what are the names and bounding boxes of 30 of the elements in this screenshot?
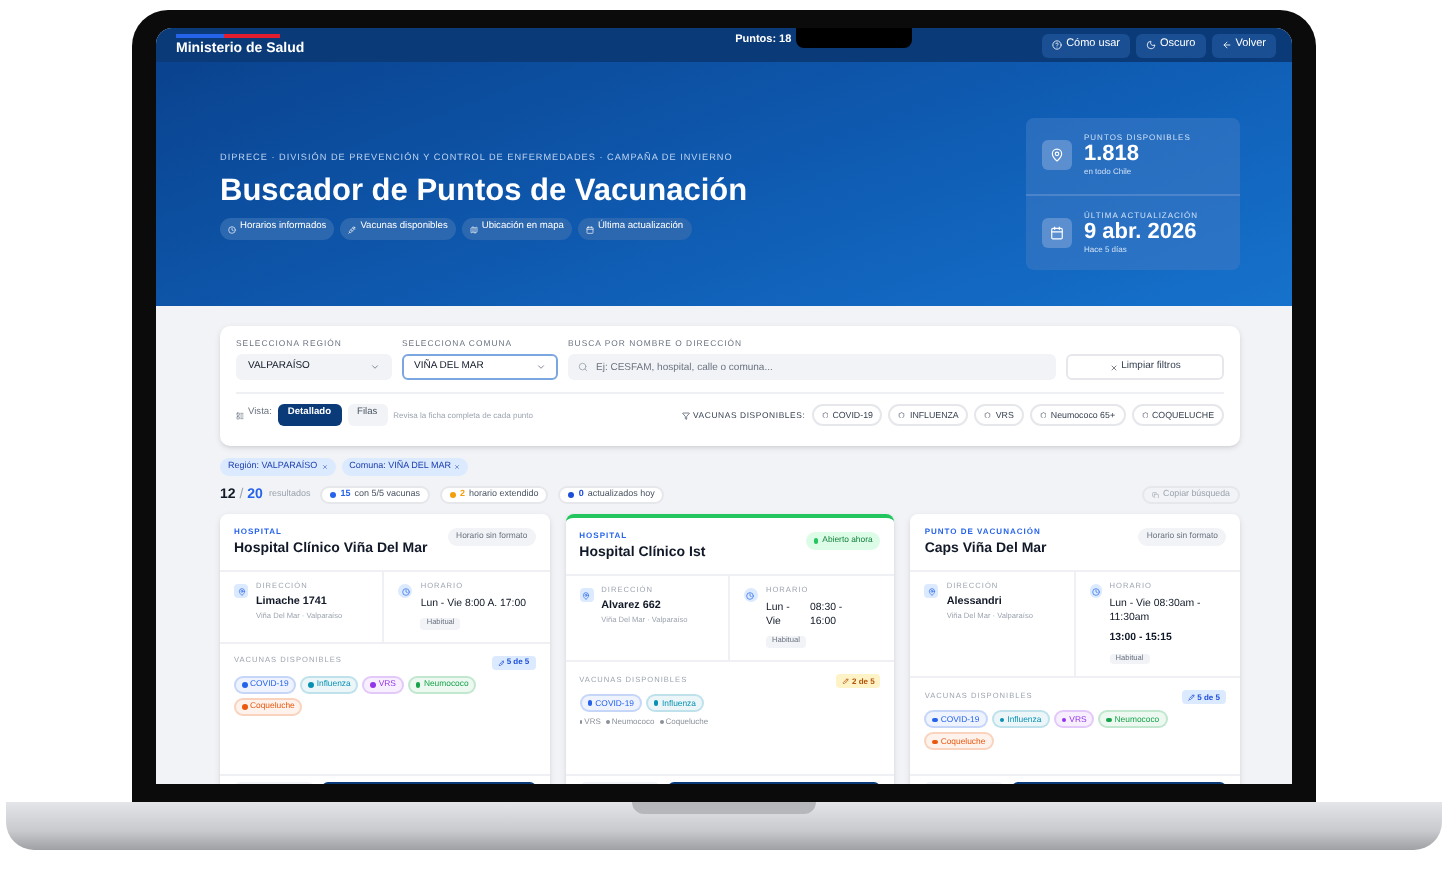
map-icon (469, 225, 478, 234)
shield-icon (898, 411, 906, 419)
stat-value: 9 abr. 2026 (1084, 221, 1199, 244)
location-card[interactable] (565, 514, 895, 784)
help-icon (1052, 40, 1063, 50)
copy-icon (1152, 491, 1160, 499)
location-card[interactable] (220, 514, 550, 784)
stat-value: 1.818 (1084, 144, 1142, 167)
shield-icon (1141, 411, 1149, 419)
calendar-icon (585, 225, 594, 234)
chevron-icon (370, 362, 380, 373)
page-title: Buscador de Puntos de Vacunación (220, 175, 748, 207)
camera-notch (795, 28, 912, 48)
back-arrow-icon (1221, 40, 1232, 50)
clock-icon (228, 225, 236, 234)
moon-icon (1145, 40, 1156, 50)
syringe-icon (348, 225, 357, 234)
calendar-icon (1050, 225, 1064, 240)
search-icon (578, 362, 588, 373)
syringe-icon (842, 677, 850, 685)
pin-icon (1050, 148, 1064, 163)
filter-icon (681, 411, 690, 420)
shield-icon (984, 411, 992, 419)
shield-icon (1039, 411, 1047, 419)
location-card[interactable] (910, 514, 1240, 784)
shield-icon (821, 411, 829, 419)
list-icon (236, 411, 244, 420)
syringe-icon (1188, 694, 1196, 702)
chevron-icon (536, 362, 546, 373)
syringe-icon (497, 659, 505, 667)
